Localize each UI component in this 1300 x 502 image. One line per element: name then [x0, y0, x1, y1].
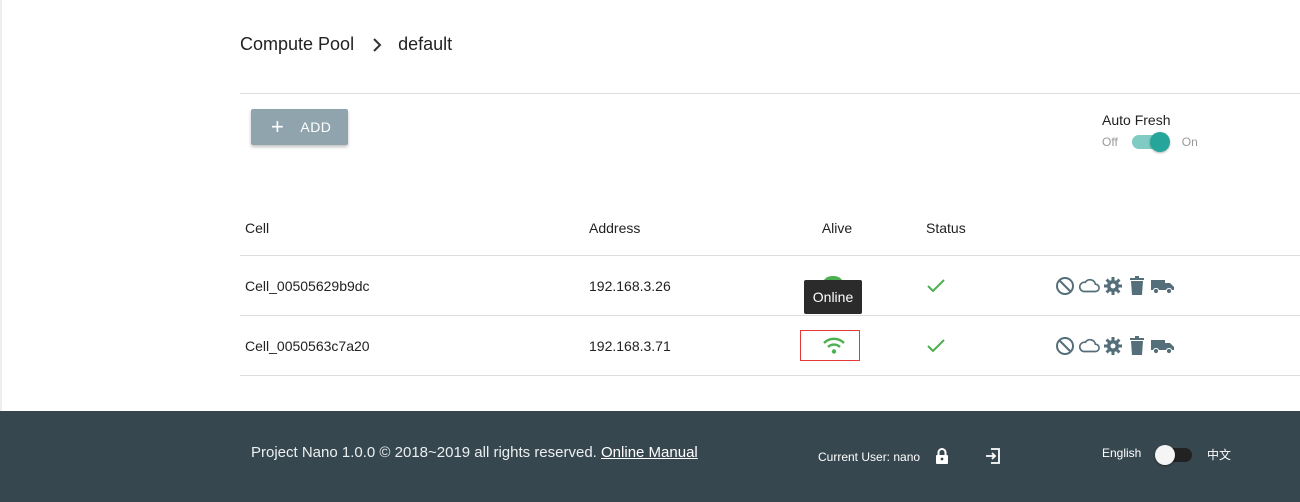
add-button-label: ADD: [300, 119, 332, 135]
auto-fresh-toggle[interactable]: [1131, 132, 1170, 152]
online-manual-link[interactable]: Online Manual: [601, 444, 698, 461]
disable-icon[interactable]: [1054, 275, 1076, 297]
current-user: Current User: nano: [818, 450, 921, 464]
cell-name: Cell_00505629b9dc: [245, 277, 370, 294]
auto-fresh-off-label: Off: [1102, 135, 1118, 149]
trash-icon[interactable]: [1126, 275, 1148, 297]
breadcrumb: Compute Pool default: [240, 34, 452, 55]
cloud-icon[interactable]: [1078, 275, 1100, 297]
add-button[interactable]: + ADD: [251, 109, 348, 145]
gear-icon[interactable]: [1102, 335, 1124, 357]
main-content: Compute Pool default + ADD Auto Fresh Of…: [0, 0, 1300, 411]
column-header-address: Address: [589, 219, 641, 236]
status-check-icon: [926, 256, 946, 315]
sidebar-edge: [0, 0, 2, 411]
status-check-icon: [926, 316, 946, 375]
truck-icon[interactable]: [1150, 335, 1176, 357]
cell-address: 192.168.3.26: [589, 277, 671, 294]
cell-table: Cell Address Alive Status Cell_00505629b…: [240, 200, 1300, 376]
disable-icon[interactable]: [1054, 335, 1076, 357]
trash-icon[interactable]: [1126, 335, 1148, 357]
cloud-icon[interactable]: [1078, 335, 1100, 357]
row-actions: [1054, 256, 1176, 315]
toggle-knob: [1149, 132, 1170, 152]
auto-fresh-switch[interactable]: Off On: [1102, 132, 1198, 152]
row-actions: [1054, 316, 1176, 375]
language-english[interactable]: English: [1102, 446, 1141, 460]
plus-icon: +: [271, 114, 285, 139]
column-header-alive: Alive: [821, 219, 853, 236]
column-header-status: Status: [926, 219, 966, 236]
copyright-text: Project Nano 1.0.0 © 2018~2019 all right…: [251, 444, 698, 461]
auto-fresh-label: Auto Fresh: [1102, 112, 1171, 128]
header-divider: [240, 93, 1300, 94]
alive-tooltip: Online: [804, 280, 862, 314]
table-header-row: Cell Address Alive Status: [240, 200, 1300, 256]
breadcrumb-root[interactable]: Compute Pool: [240, 34, 354, 55]
chevron-right-icon: [372, 37, 382, 52]
logout-icon[interactable]: [985, 448, 1001, 469]
highlight-box: [800, 330, 860, 361]
cell-name: Cell_0050563c7a20: [245, 337, 370, 354]
gear-icon[interactable]: [1102, 275, 1124, 297]
copyright-label: Project Nano 1.0.0 © 2018~2019 all right…: [251, 444, 597, 461]
truck-icon[interactable]: [1150, 275, 1176, 297]
language-toggle-knob: [1155, 445, 1175, 465]
cell-address: 192.168.3.71: [589, 337, 671, 354]
language-chinese[interactable]: 中文: [1207, 446, 1231, 463]
footer: Project Nano 1.0.0 © 2018~2019 all right…: [0, 411, 1300, 502]
table-row: Cell_0050563c7a20 192.168.3.71: [240, 316, 1300, 376]
column-header-cell: Cell: [245, 219, 270, 236]
lock-icon[interactable]: [935, 448, 949, 469]
auto-fresh-on-label: On: [1181, 135, 1198, 149]
table-row: Cell_00505629b9dc 192.168.3.26: [240, 256, 1300, 316]
breadcrumb-current: default: [398, 34, 453, 54]
